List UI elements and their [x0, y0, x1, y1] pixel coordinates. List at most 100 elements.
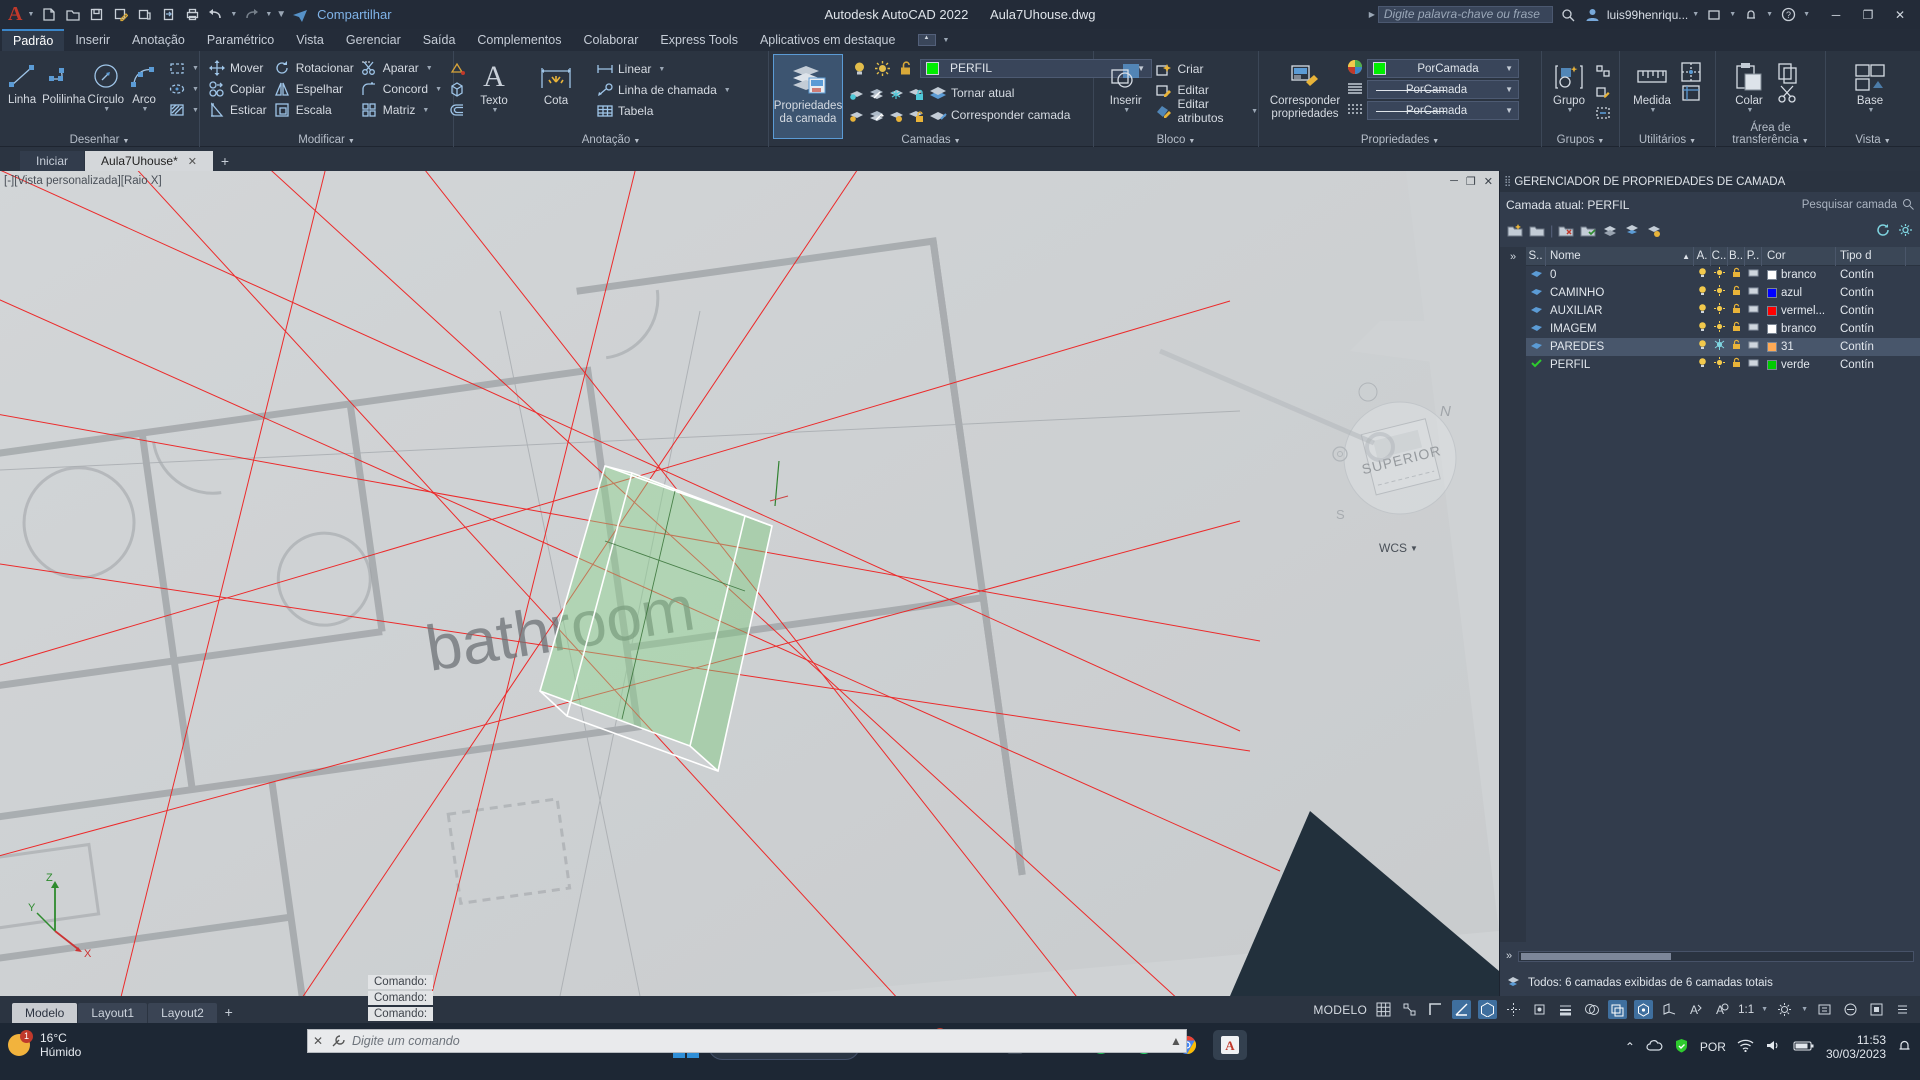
table-row[interactable]: 0 branco Contín	[1526, 266, 1920, 284]
row-name[interactable]: PERFIL	[1546, 356, 1694, 374]
new-tab-button[interactable]: +	[214, 151, 236, 171]
column-cor[interactable]: Cor	[1762, 247, 1836, 266]
chevron-right-double-icon[interactable]: »	[1500, 251, 1526, 263]
3d-object-snap-icon[interactable]	[1634, 1000, 1654, 1019]
tool-texto[interactable]: A Texto ▼	[466, 56, 522, 121]
tool-linear-chevron-down-icon[interactable]: ▼	[658, 66, 665, 73]
chevron-down-icon[interactable]: ▼	[122, 138, 129, 145]
tool-circulo-chevron-down-icon[interactable]: ▼	[103, 106, 110, 113]
grid-display-icon[interactable]	[1374, 1000, 1393, 1019]
set-current-icon[interactable]	[1579, 221, 1597, 239]
tool-editar-atributos-chevron-down-icon[interactable]: ▼	[1251, 108, 1258, 115]
linetype-combo[interactable]: PorCamada ▼	[1367, 80, 1519, 99]
ortho-mode-icon[interactable]	[1426, 1000, 1445, 1019]
row-linetype[interactable]: Contín	[1836, 338, 1906, 356]
row-color[interactable]: branco	[1762, 320, 1836, 338]
row-lock-icon[interactable]	[1728, 284, 1745, 302]
tab-aplicativos-em-destaque[interactable]: Aplicativos em destaque	[749, 30, 907, 51]
tab-colaborar[interactable]: Colaborar	[572, 30, 649, 51]
save-as-icon[interactable]	[109, 4, 131, 26]
row-status-icon[interactable]	[1526, 356, 1546, 374]
tool-mover[interactable]: Mover	[208, 58, 267, 78]
tool-arco[interactable]: Arco ▼	[126, 55, 162, 120]
tab-saida[interactable]: Saída	[412, 30, 467, 51]
account-name[interactable]: luis99henriqu...	[1607, 8, 1688, 22]
undo-icon[interactable]	[205, 4, 227, 26]
lpm-filter-tree[interactable]: »	[1500, 247, 1526, 942]
chevron-down-icon[interactable]: ▼	[1689, 138, 1696, 145]
snap-mode-icon[interactable]	[1400, 1000, 1419, 1019]
row-freeze-icon[interactable]	[1711, 320, 1728, 338]
tool-tornar-atual-label[interactable]: Tornar atual	[951, 86, 1014, 100]
annotation-visibility-icon[interactable]: A	[1686, 1000, 1705, 1019]
doc-tab-aula7uhouse[interactable]: Aula7Uhouse* ✕	[85, 151, 213, 171]
column-nome[interactable]: Nome	[1550, 247, 1581, 266]
row-on-icon[interactable]	[1694, 320, 1711, 338]
row-on-icon[interactable]	[1694, 284, 1711, 302]
unlock-icon[interactable]	[894, 57, 916, 79]
plot-preview-icon[interactable]	[133, 4, 155, 26]
tool-base[interactable]: Base ▼	[1844, 56, 1896, 114]
linetype-combo-chevron-down-icon[interactable]: ▼	[1505, 85, 1518, 94]
tool-escala[interactable]: Escala	[274, 100, 354, 120]
autocad-icon[interactable]: A	[1213, 1030, 1247, 1060]
row-lock-icon[interactable]	[1728, 338, 1745, 356]
tool-base-chevron-down-icon[interactable]: ▼	[1868, 107, 1875, 114]
row-color[interactable]: branco	[1762, 266, 1836, 284]
tab-anotacao[interactable]: Anotação	[121, 30, 196, 51]
layer-filter-icon[interactable]	[1623, 221, 1641, 239]
bell-icon[interactable]	[1740, 4, 1762, 26]
print-icon[interactable]	[181, 4, 203, 26]
tool-concord-chevron-down-icon[interactable]: ▼	[435, 86, 442, 93]
layer-group-icon[interactable]	[1645, 221, 1663, 239]
table-row[interactable]: IMAGEM branco Contín	[1526, 320, 1920, 338]
close-icon[interactable]: ✕	[308, 1034, 328, 1048]
tool-group-selection[interactable]	[1594, 103, 1611, 123]
tool-rotacionar[interactable]: Rotacionar	[274, 58, 354, 78]
row-name[interactable]: 0	[1546, 266, 1694, 284]
tool-criar[interactable]: Criar	[1155, 59, 1258, 79]
tab-vista[interactable]: Vista	[285, 30, 335, 51]
row-freeze-icon[interactable]	[1711, 338, 1728, 356]
row-plot-icon[interactable]	[1745, 266, 1762, 284]
row-status-icon[interactable]	[1526, 320, 1546, 338]
volume-icon[interactable]	[1765, 1039, 1782, 1055]
close-icon[interactable]: ✕	[188, 155, 197, 168]
app-chevron-down-icon[interactable]: ▼	[1728, 11, 1737, 18]
row-status-icon[interactable]	[1526, 302, 1546, 320]
minimize-button[interactable]: ─	[1820, 0, 1852, 29]
row-plot-icon[interactable]	[1745, 338, 1762, 356]
row-on-icon[interactable]	[1694, 266, 1711, 284]
wcs-selector[interactable]: WCS ▼	[1379, 541, 1418, 555]
column-tipo[interactable]: Tipo d	[1836, 247, 1906, 266]
row-color[interactable]: 31	[1762, 338, 1836, 356]
settings-icon[interactable]	[1896, 221, 1914, 239]
color-combo-chevron-down-icon[interactable]: ▼	[1505, 64, 1518, 73]
table-row[interactable]: CAMINHO azul Contín	[1526, 284, 1920, 302]
chevron-down-icon[interactable]: ▼	[1188, 138, 1195, 145]
horizontal-scrollbar[interactable]	[1518, 950, 1914, 962]
row-lock-icon[interactable]	[1728, 356, 1745, 374]
tool-ungroup[interactable]	[1594, 61, 1611, 81]
search-expand-icon[interactable]: ▶	[1369, 10, 1375, 19]
row-name[interactable]: AUXILIAR	[1546, 302, 1694, 320]
layout-tab-modelo[interactable]: Modelo	[12, 1003, 78, 1023]
undo-chevron-down-icon[interactable]: ▼	[229, 11, 238, 18]
tool-elipse-chevron-down-icon[interactable]: ▼	[192, 86, 199, 93]
panel-utilitarios-title[interactable]: Utilitários ▼	[1620, 134, 1715, 146]
tool-copiar[interactable]: Copiar	[208, 79, 267, 99]
table-row[interactable]: PERFIL verde Contín	[1526, 356, 1920, 374]
chevron-down-icon[interactable]: ▼	[954, 138, 961, 145]
close-button[interactable]: ✕	[1884, 0, 1916, 29]
hardware-acceleration-icon[interactable]	[1815, 1000, 1834, 1019]
panel-bloco-title[interactable]: Bloco ▼	[1094, 134, 1258, 146]
panel-anotacao-title[interactable]: Anotação ▼	[454, 134, 768, 146]
new-layer-icon[interactable]	[1506, 221, 1524, 239]
lpm-title-bar[interactable]: ⣿ GERENCIADOR DE PROPRIEDADES DE CAMADA	[1500, 171, 1920, 192]
export-icon[interactable]	[157, 4, 179, 26]
row-plot-icon[interactable]	[1745, 302, 1762, 320]
share-label[interactable]: Compartilhar	[317, 7, 391, 22]
viewport-restore-button[interactable]: ❐	[1466, 175, 1476, 188]
tool-elipse[interactable]: ▼	[168, 79, 199, 99]
drawing-canvas[interactable]: bathroom Z X Y SUPERIOR N S [-][Vista pe…	[0, 171, 1499, 996]
